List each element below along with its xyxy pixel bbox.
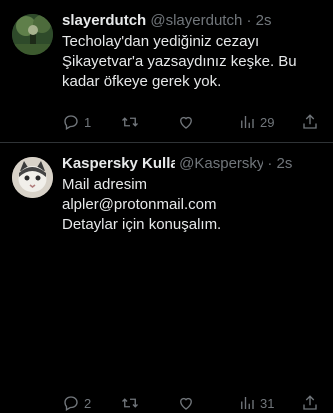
views-icon [241, 397, 254, 409]
reply-count: 2 [84, 395, 92, 411]
views-count: 31 [260, 395, 275, 411]
reply-icon [64, 396, 78, 411]
user-handle[interactable]: @slayerdutch [150, 11, 242, 31]
views-icon [241, 116, 254, 128]
avatar[interactable] [12, 157, 53, 198]
share-icon [303, 114, 317, 129]
tweet-actions: 2 31 [62, 393, 324, 413]
separator-dot: · [246, 12, 252, 29]
tweet-header: Kaspersky Kulla @Kaspersky · 2s [62, 154, 325, 174]
retweet-button[interactable] [121, 393, 139, 413]
user-handle[interactable]: @Kaspersky [179, 154, 263, 174]
tweet[interactable]: slayerdutch @slayerdutch · 2s Techolay'd… [0, 0, 333, 143]
retweet-button[interactable] [121, 112, 139, 132]
tweet[interactable]: Kaspersky Kulla @Kaspersky · 2s Mail adr… [0, 143, 333, 411]
display-name[interactable]: slayerdutch [62, 12, 146, 29]
tweet-header: slayerdutch @slayerdutch · 2s [62, 11, 325, 31]
tweet-actions: 1 29 [62, 112, 324, 132]
share-button[interactable] [301, 112, 319, 132]
like-icon [180, 116, 192, 129]
reply-count: 1 [84, 114, 92, 130]
share-button[interactable] [301, 393, 319, 413]
retweet-icon [122, 398, 138, 408]
views-count: 29 [260, 114, 275, 130]
retweet-icon [122, 117, 138, 127]
timestamp[interactable]: 2s [277, 155, 293, 172]
tweet-text: Mail adresim alpler@protonmail.com Detay… [62, 176, 222, 233]
views-button[interactable]: 29 [238, 112, 274, 132]
reply-button[interactable]: 1 [62, 112, 91, 132]
timestamp[interactable]: 2s [256, 12, 272, 29]
views-button[interactable]: 31 [238, 393, 274, 413]
separator-dot: · [267, 155, 273, 172]
tweet-text: Techolay'dan yediğiniz cezayı Şikayetvar… [62, 33, 297, 90]
reply-button[interactable]: 2 [62, 393, 91, 413]
share-icon [303, 395, 317, 410]
like-button[interactable] [177, 112, 195, 132]
avatar[interactable] [12, 14, 53, 55]
like-icon [180, 397, 192, 410]
like-button[interactable] [177, 393, 195, 413]
display-name[interactable]: Kaspersky Kulla [62, 154, 175, 174]
reply-icon [64, 115, 78, 130]
